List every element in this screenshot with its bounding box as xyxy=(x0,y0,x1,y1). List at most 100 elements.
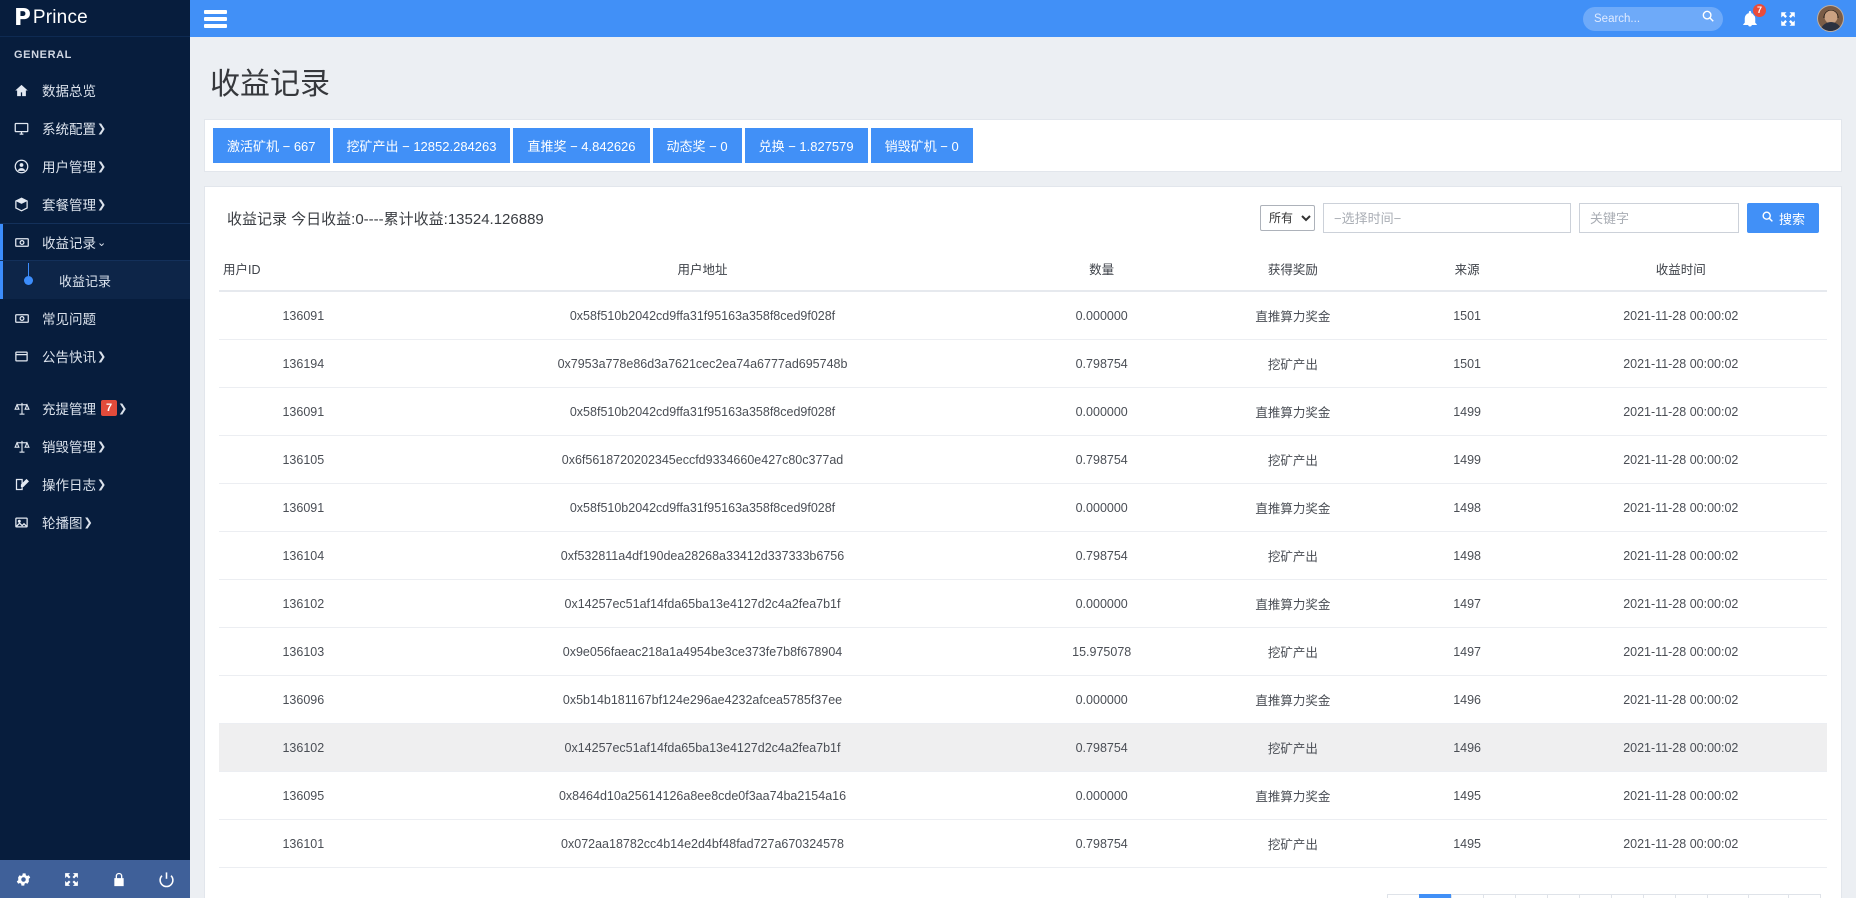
sidebar-item-operation-log[interactable]: 操作日志 ❯ xyxy=(0,465,190,503)
lock-icon[interactable] xyxy=(111,871,127,888)
cell-time: 2021-11-28 00:00:02 xyxy=(1535,291,1827,340)
hamburger-icon[interactable] xyxy=(204,10,227,28)
pagination-page-3[interactable]: 3 xyxy=(1483,894,1516,898)
pagination-ellipsis: ... xyxy=(1675,894,1708,898)
bell-icon[interactable]: 7 xyxy=(1741,10,1759,28)
sidebar-item-label: 充提管理 xyxy=(42,398,96,418)
sidebar-item-announcements[interactable]: 公告快讯 ❯ xyxy=(0,337,190,375)
power-icon[interactable] xyxy=(158,871,175,888)
earnings-summary: 收益记录 今日收益:0----累计收益:13524.126889 xyxy=(219,208,544,229)
sidebar-item-burn-management[interactable]: 销毁管理 ❯ xyxy=(0,427,190,465)
gear-icon[interactable] xyxy=(15,871,32,888)
sidebar-item-label: 套餐管理 xyxy=(42,194,96,214)
cell-user-id: 136096 xyxy=(219,676,388,724)
search-button[interactable]: 搜索 xyxy=(1747,203,1819,233)
pagination-page-5[interactable]: 5 xyxy=(1547,894,1580,898)
expand-arrows-icon[interactable] xyxy=(63,871,80,888)
expand-arrows-icon[interactable] xyxy=(1779,10,1797,28)
filter-row: 收益记录 今日收益:0----累计收益:13524.126889 所有 搜索 xyxy=(219,203,1827,233)
sidebar-item-overview[interactable]: 数据总览 xyxy=(0,71,190,109)
table-row[interactable]: 1361020x14257ec51af14fda65ba13e4127d2c4a… xyxy=(219,580,1827,628)
cell-user-address: 0x58f510b2042cd9ffa31f95163a358f8ced9f02… xyxy=(388,291,1018,340)
stat-button-dynamic-bonus[interactable]: 动态奖 − 0 xyxy=(653,128,743,163)
chevron-right-icon: ❯ xyxy=(97,478,106,491)
chevron-right-icon: ❯ xyxy=(97,350,106,363)
pagination-next[interactable]: » xyxy=(1788,894,1821,898)
sidebar-item-user-management[interactable]: 用户管理 ❯ xyxy=(0,147,190,185)
sidebar-item-package-management[interactable]: 套餐管理 ❯ xyxy=(0,185,190,223)
chevron-right-icon: ❯ xyxy=(84,516,93,529)
pagination-prev[interactable]: « xyxy=(1387,894,1420,898)
sidebar-item-earnings-records[interactable]: 收益记录 ⌄ xyxy=(0,223,190,261)
cell-user-address: 0xf532811a4df190dea28268a33412d337333b67… xyxy=(388,532,1018,580)
stat-button-direct-referral-bonus[interactable]: 直推奖 − 4.842626 xyxy=(513,128,650,163)
cell-time: 2021-11-28 00:00:02 xyxy=(1535,676,1827,724)
cell-source: 1496 xyxy=(1400,676,1535,724)
cell-amount: 0.000000 xyxy=(1017,484,1186,532)
pagination-page-481[interactable]: 481 xyxy=(1748,894,1789,898)
cell-reward: 挖矿产出 xyxy=(1186,628,1400,676)
cell-user-id: 136194 xyxy=(219,340,388,388)
table-row[interactable]: 1360960x5b14b181167bf124e296ae4232afcea5… xyxy=(219,676,1827,724)
table-row[interactable]: 1360910x58f510b2042cd9ffa31f95163a358f8c… xyxy=(219,291,1827,340)
pagination-page-4[interactable]: 4 xyxy=(1515,894,1548,898)
table-row[interactable]: 1360910x58f510b2042cd9ffa31f95163a358f8c… xyxy=(219,388,1827,436)
sidebar-item-label: 销毁管理 xyxy=(42,436,96,456)
table-row[interactable]: 1361940x7953a778e86d3a7621cec2ea74a6777a… xyxy=(219,340,1827,388)
brand[interactable]: P Prince xyxy=(0,0,190,37)
cell-time: 2021-11-28 00:00:02 xyxy=(1535,628,1827,676)
sidebar-divider xyxy=(0,375,190,389)
cell-amount: 0.798754 xyxy=(1017,532,1186,580)
pagination: «12345678...480481» xyxy=(219,894,1827,898)
cell-reward: 挖矿产出 xyxy=(1186,820,1400,868)
stat-button-active-miners[interactable]: 激活矿机 − 667 xyxy=(213,128,331,163)
keyword-input[interactable] xyxy=(1579,203,1739,233)
box-icon xyxy=(14,197,36,212)
sidebar-item-system-config[interactable]: 系统配置 ❯ xyxy=(0,109,190,147)
pagination-page-7[interactable]: 7 xyxy=(1611,894,1644,898)
cell-source: 1498 xyxy=(1400,484,1535,532)
column-header-reward: 获得奖励 xyxy=(1186,249,1400,291)
cell-reward: 直推算力奖金 xyxy=(1186,388,1400,436)
date-range-input[interactable] xyxy=(1323,203,1571,233)
cell-user-address: 0x5b14b181167bf124e296ae4232afcea5785f37… xyxy=(388,676,1018,724)
table-row[interactable]: 1360910x58f510b2042cd9ffa31f95163a358f8c… xyxy=(219,484,1827,532)
cell-reward: 挖矿产出 xyxy=(1186,724,1400,772)
stat-button-burned-miners[interactable]: 销毁矿机 − 0 xyxy=(871,128,973,163)
avatar-body xyxy=(1820,22,1842,32)
cell-user-address: 0x58f510b2042cd9ffa31f95163a358f8ced9f02… xyxy=(388,388,1018,436)
search-icon[interactable] xyxy=(1701,9,1715,28)
pagination-page-2[interactable]: 2 xyxy=(1451,894,1484,898)
search-input[interactable] xyxy=(1594,13,1701,25)
cell-time: 2021-11-28 00:00:02 xyxy=(1535,772,1827,820)
pagination-page-6[interactable]: 6 xyxy=(1579,894,1612,898)
chevron-right-icon: ❯ xyxy=(97,198,106,211)
cell-time: 2021-11-28 00:00:02 xyxy=(1535,436,1827,484)
sidebar-item-carousel[interactable]: 轮播图 ❯ xyxy=(0,503,190,541)
pagination-page-1[interactable]: 1 xyxy=(1419,894,1452,898)
table-row[interactable]: 1361020x14257ec51af14fda65ba13e4127d2c4a… xyxy=(219,724,1827,772)
table-row[interactable]: 1360950x8464d10a25614126a8ee8cde0f3aa74b… xyxy=(219,772,1827,820)
stat-button-mining-output[interactable]: 挖矿产出 − 12852.284263 xyxy=(333,128,512,163)
sidebar-item-label: 公告快讯 xyxy=(42,346,96,366)
table-row[interactable]: 1361050x6f5618720202345eccfd9334660e427c… xyxy=(219,436,1827,484)
table-row[interactable]: 1361030x9e056faeac218a1a4954be3ce373fe7b… xyxy=(219,628,1827,676)
user-circle-icon xyxy=(14,159,36,174)
table-row[interactable]: 1361010x072aa18782cc4b14e2d4bf48fad727a6… xyxy=(219,820,1827,868)
sidebar-item-faq[interactable]: 常见问题 xyxy=(0,299,190,337)
bullet-dot-icon xyxy=(24,276,33,285)
stat-button-exchange[interactable]: 兑换 − 1.827579 xyxy=(745,128,869,163)
cell-user-id: 136102 xyxy=(219,580,388,628)
sidebar: P Prince GENERAL 数据总览 系统配置 ❯ 用户管理 ❯ xyxy=(0,0,190,898)
table-row[interactable]: 1361040xf532811a4df190dea28268a33412d337… xyxy=(219,532,1827,580)
sidebar-item-deposit-withdraw[interactable]: 充提管理 7 ❯ xyxy=(0,389,190,427)
cell-amount: 0.000000 xyxy=(1017,388,1186,436)
search-box[interactable] xyxy=(1583,7,1723,31)
table-header-row: 用户ID 用户地址 数量 获得奖励 来源 收益时间 xyxy=(219,249,1827,291)
avatar[interactable] xyxy=(1817,5,1844,32)
pagination-page-480[interactable]: 480 xyxy=(1707,894,1748,898)
filter-controls: 所有 搜索 xyxy=(1260,203,1827,233)
sidebar-subitem-earnings-records[interactable]: 收益记录 xyxy=(0,261,190,299)
type-select[interactable]: 所有 xyxy=(1260,205,1315,231)
pagination-page-8[interactable]: 8 xyxy=(1643,894,1676,898)
